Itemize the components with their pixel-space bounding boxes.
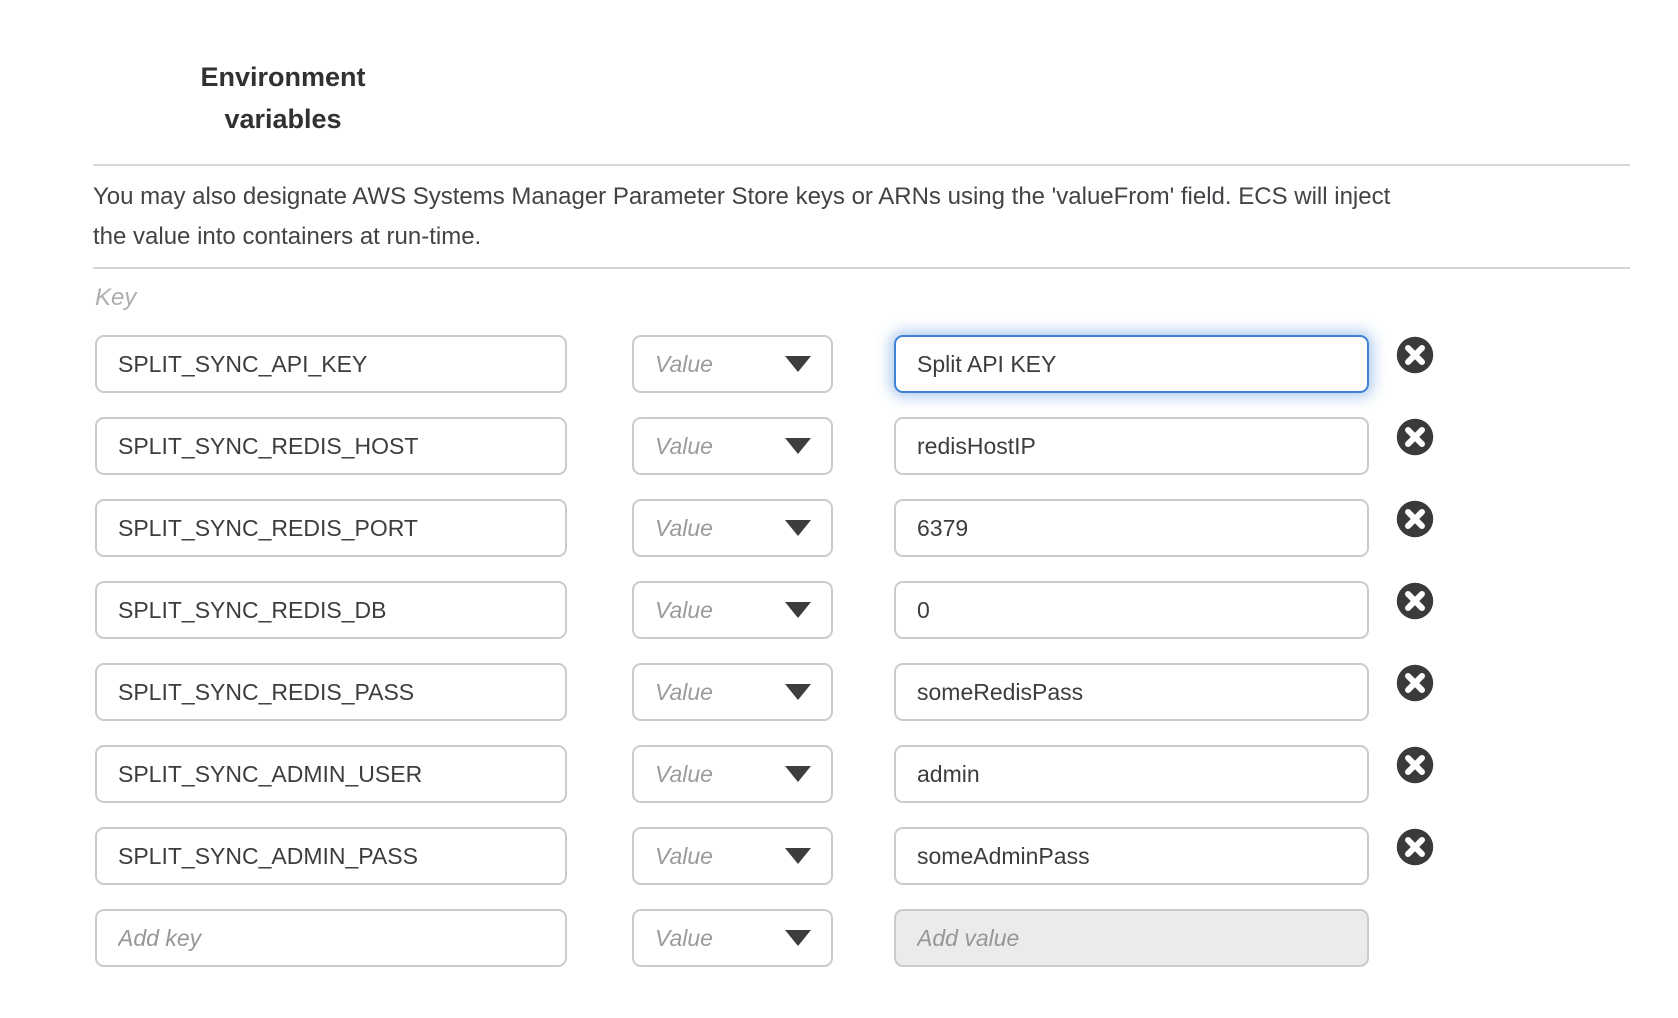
- env-var-rows: Value Value Value Value: [0, 335, 1678, 967]
- key-input[interactable]: [95, 745, 567, 803]
- remove-variable-button[interactable]: [1396, 500, 1434, 538]
- value-type-label: Value: [655, 597, 713, 624]
- description-line1: You may also designate AWS Systems Manag…: [93, 177, 1630, 217]
- value-type-dropdown[interactable]: Value: [632, 499, 833, 557]
- remove-variable-button[interactable]: [1396, 828, 1434, 866]
- chevron-down-icon: [785, 766, 811, 782]
- value-input[interactable]: [894, 663, 1369, 721]
- value-type-label: Value: [655, 843, 713, 870]
- env-variables-label: Environment variables: [93, 0, 473, 140]
- env-var-row: Value: [0, 663, 1678, 721]
- value-type-dropdown[interactable]: Value: [632, 745, 833, 803]
- parameter-store-description: You may also designate AWS Systems Manag…: [93, 166, 1630, 267]
- chevron-down-icon: [785, 930, 811, 946]
- x-circle-icon: [1396, 336, 1434, 374]
- add-value-input[interactable]: [894, 909, 1369, 967]
- chevron-down-icon: [785, 848, 811, 864]
- remove-variable-button[interactable]: [1396, 336, 1434, 374]
- chevron-down-icon: [785, 602, 811, 618]
- chevron-down-icon: [785, 520, 811, 536]
- env-variables-label-line1: Environment: [93, 56, 473, 98]
- env-var-row: Value: [0, 827, 1678, 885]
- x-circle-icon: [1396, 582, 1434, 620]
- value-type-label: Value: [655, 433, 713, 460]
- key-input[interactable]: [95, 663, 567, 721]
- remove-variable-button[interactable]: [1396, 746, 1434, 784]
- value-type-label: Value: [655, 679, 713, 706]
- value-type-label: Value: [655, 761, 713, 788]
- value-type-dropdown[interactable]: Value: [632, 581, 833, 639]
- key-column-label: Key: [95, 283, 1678, 313]
- x-circle-icon: [1396, 500, 1434, 538]
- remove-variable-button[interactable]: [1396, 418, 1434, 456]
- key-input[interactable]: [95, 335, 567, 393]
- add-key-input[interactable]: [95, 909, 567, 967]
- key-input[interactable]: [95, 499, 567, 557]
- env-variables-label-line2: variables: [93, 98, 473, 140]
- description-line2: the value into containers at run-time.: [93, 217, 1630, 257]
- value-type-label: Value: [655, 515, 713, 542]
- add-env-var-row: Value: [0, 909, 1678, 967]
- chevron-down-icon: [785, 438, 811, 454]
- key-input[interactable]: [95, 417, 567, 475]
- value-input[interactable]: [894, 335, 1369, 393]
- value-input[interactable]: [894, 827, 1369, 885]
- x-circle-icon: [1396, 418, 1434, 456]
- value-input[interactable]: [894, 745, 1369, 803]
- x-circle-icon: [1396, 828, 1434, 866]
- chevron-down-icon: [785, 684, 811, 700]
- env-var-row: Value: [0, 581, 1678, 639]
- x-circle-icon: [1396, 664, 1434, 702]
- value-type-label: Value: [655, 925, 713, 952]
- value-input[interactable]: [894, 499, 1369, 557]
- value-type-dropdown[interactable]: Value: [632, 335, 833, 393]
- env-var-row: Value: [0, 745, 1678, 803]
- env-var-row: Value: [0, 417, 1678, 475]
- value-input[interactable]: [894, 581, 1369, 639]
- chevron-down-icon: [785, 356, 811, 372]
- env-var-row: Value: [0, 335, 1678, 393]
- env-var-row: Value: [0, 499, 1678, 557]
- value-type-dropdown[interactable]: Value: [632, 909, 833, 967]
- value-type-dropdown[interactable]: Value: [632, 417, 833, 475]
- key-input[interactable]: [95, 827, 567, 885]
- value-type-label: Value: [655, 351, 713, 378]
- remove-variable-button[interactable]: [1396, 664, 1434, 702]
- x-circle-icon: [1396, 746, 1434, 784]
- section-divider-bottom: [93, 267, 1630, 269]
- value-type-dropdown[interactable]: Value: [632, 663, 833, 721]
- key-input[interactable]: [95, 581, 567, 639]
- value-input[interactable]: [894, 417, 1369, 475]
- value-type-dropdown[interactable]: Value: [632, 827, 833, 885]
- remove-variable-button[interactable]: [1396, 582, 1434, 620]
